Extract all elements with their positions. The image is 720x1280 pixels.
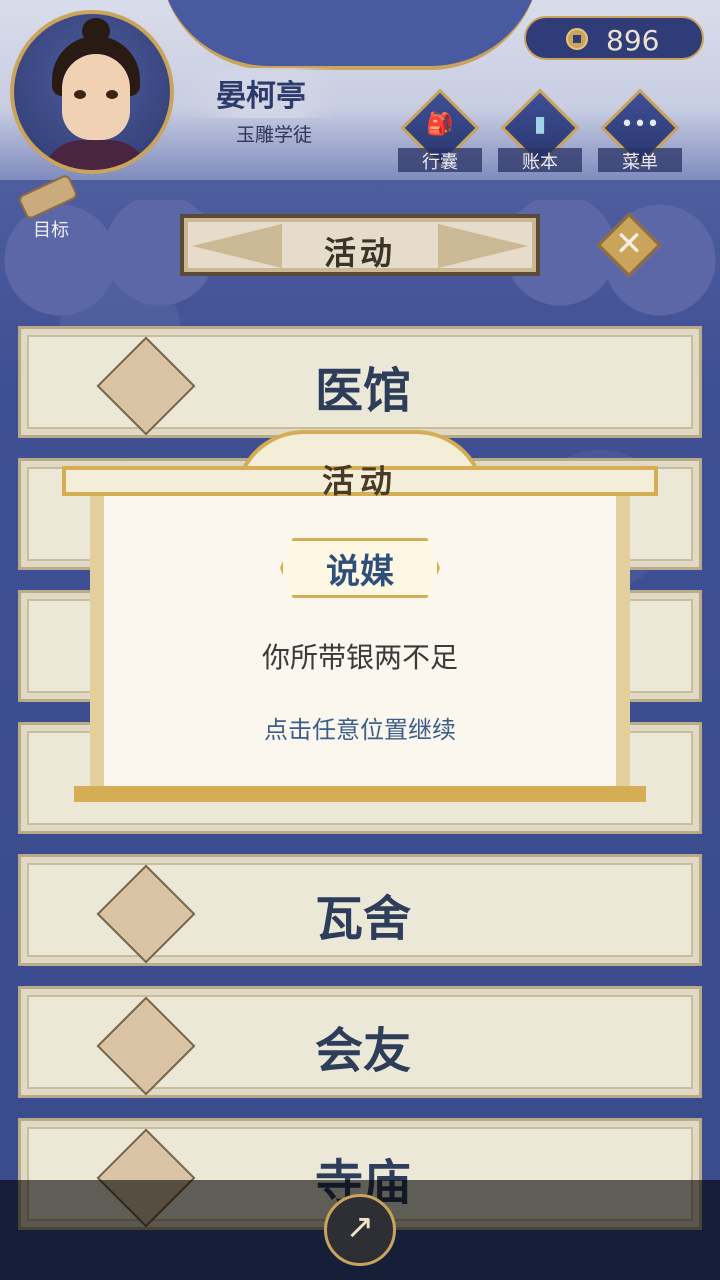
modal-continue-hint[interactable]: 点击任意位置继续 — [90, 710, 630, 745]
share-button[interactable]: ↗ — [324, 1194, 396, 1266]
modal-activity-tag: 说媒 — [280, 538, 440, 598]
modal-message: 你所带银两不足 — [261, 641, 458, 674]
activity-modal[interactable]: 活动 说媒 你所带银两不足 点击任意位置继续 — [62, 430, 658, 802]
modal-bottom-bar — [74, 786, 646, 802]
share-icon: ↗ — [345, 1207, 375, 1247]
